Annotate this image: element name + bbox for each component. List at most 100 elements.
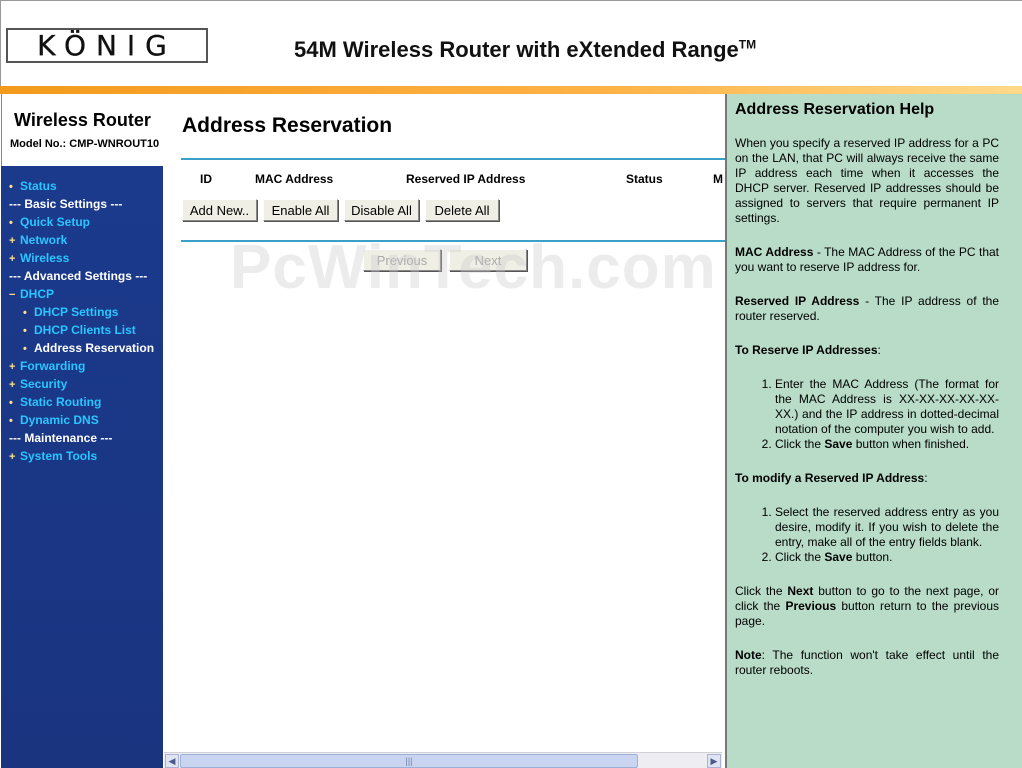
help-navigation: Click the Next button to go to the next … (735, 584, 999, 629)
bullet-icon: + (9, 379, 16, 391)
nav-bold: Next (787, 584, 814, 598)
mac-term: MAC Address (735, 245, 814, 259)
help-intro: When you specify a reserved IP address f… (735, 136, 999, 225)
enable-all-button[interactable]: Enable All (263, 199, 338, 221)
reserve-steps: Enter the MAC Address (The format for th… (775, 377, 999, 452)
sidebar-item-advanced-settings: --- Advanced Settings --- (1, 267, 163, 285)
help-ip: Reserved IP Address - The IP address of … (735, 294, 999, 324)
modify-step-2: Click the Save button. (775, 550, 999, 565)
section-label: --- Advanced Settings --- (9, 269, 148, 283)
header: KÖNIG 54M Wireless Router with eXtended … (0, 0, 1022, 88)
sidebar-item-label: Static Routing (20, 395, 102, 409)
help-panel: Address Reservation Help When you specif… (725, 94, 1022, 768)
sidebar-item-dhcp-settings[interactable]: • DHCP Settings (1, 303, 163, 321)
bullet-icon: − (9, 289, 16, 301)
sidebar-item-dhcp[interactable]: − DHCP (1, 285, 163, 303)
sidebar: • Status --- Basic Settings --- • Quick Setu… (1, 166, 163, 768)
sidebar-item-label: Forwarding (20, 359, 86, 373)
section-label: --- Maintenance --- (9, 431, 113, 445)
sidebar-item-security[interactable]: + Security (1, 375, 163, 393)
bullet-icon: + (9, 361, 16, 373)
reserve-heading-text: To Reserve IP Addresses (735, 343, 878, 357)
reserve-step-2: Click the Save button when finished. (775, 437, 999, 452)
sidebar-item-forwarding[interactable]: + Forwarding (1, 357, 163, 375)
sidebar-item-label: Quick Setup (20, 215, 91, 229)
step-text: Click the (775, 550, 825, 564)
sidebar-item-label: Dynamic DNS (20, 413, 99, 427)
help-reserve-heading: To Reserve IP Addresses: (735, 343, 881, 357)
brand-title: Wireless Router (14, 110, 151, 130)
brand-box: Wireless Router Model No.: CMP-WNROUT10 (1, 94, 163, 166)
note-term: Note (735, 648, 762, 662)
modify-step-1: Select the reserved address entry as you… (775, 505, 999, 550)
sidebar-item-wireless[interactable]: + Wireless (1, 249, 163, 267)
bullet-icon: • (23, 325, 27, 337)
col-status: Status (626, 172, 663, 186)
bottom-divider (181, 240, 726, 242)
step-bold: Save (824, 550, 853, 564)
sidebar-item-label: Status (20, 179, 57, 193)
col-id: ID (200, 172, 212, 186)
sidebar-item-label: Security (20, 377, 68, 391)
section-label: --- Basic Settings --- (9, 197, 123, 211)
sidebar-item-basic-settings: --- Basic Settings --- (1, 195, 163, 213)
product-title: 54M Wireless Router with eXtended RangeT… (294, 37, 756, 63)
bullet-icon: • (9, 181, 13, 193)
bullet-icon: + (9, 451, 16, 463)
next-button[interactable]: Next (449, 249, 527, 271)
page-title: Address Reservation (182, 114, 393, 137)
delete-all-button[interactable]: Delete All (425, 199, 499, 221)
model-number: Model No.: CMP-WNROUT10 (10, 138, 160, 150)
bullet-icon: • (23, 307, 27, 319)
sidebar-item-dynamic-dns[interactable]: • Dynamic DNS (1, 411, 163, 429)
table-header: ID MAC Address Reserved IP Address Statu… (181, 172, 726, 190)
product-title-text: 54M Wireless Router with eXtended Range (294, 37, 739, 62)
orange-divider (0, 86, 1022, 94)
help-modify-heading: To modify a Reserved IP Address: (735, 471, 928, 485)
step-text: Click the (775, 437, 825, 451)
sidebar-menu: • Status --- Basic Settings --- • Quick Setu… (1, 166, 163, 465)
step-text: button. (852, 550, 893, 564)
disable-all-button[interactable]: Disable All (344, 199, 419, 221)
bullet-icon: + (9, 253, 16, 265)
step-text: button when finished. (852, 437, 970, 451)
sidebar-item-network[interactable]: + Network (1, 231, 163, 249)
scroll-left-icon[interactable]: ◀ (165, 754, 179, 768)
sidebar-item-dhcp-clients-list[interactable]: • DHCP Clients List (1, 321, 163, 339)
sidebar-item-static-routing[interactable]: • Static Routing (1, 393, 163, 411)
sidebar-item-label: System Tools (20, 449, 98, 463)
horizontal-scrollbar[interactable]: ◀ ||| ▶ (164, 752, 722, 768)
bullet-icon: • (9, 397, 13, 409)
scroll-right-icon[interactable]: ▶ (707, 754, 721, 768)
reserve-step-1: Enter the MAC Address (The format for th… (775, 377, 999, 437)
add-new-button[interactable]: Add New.. (182, 199, 257, 221)
help-note: Note: The function won't take effect unt… (735, 648, 999, 678)
sidebar-item-label: Address Reservation (34, 341, 155, 355)
previous-button[interactable]: Previous (363, 249, 441, 271)
col-mac-address: MAC Address (255, 172, 334, 186)
help-mac: MAC Address - The MAC Address of the PC … (735, 245, 999, 275)
sidebar-item-status[interactable]: • Status (1, 177, 163, 195)
sidebar-item-label: Network (20, 233, 68, 247)
main-content: Address Reservation ID MAC Address Reser… (164, 94, 726, 768)
trademark: TM (738, 37, 757, 52)
sidebar-item-address-reservation[interactable]: • Address Reservation (1, 339, 163, 357)
bullet-icon: + (9, 235, 16, 247)
note-desc: : The function won't take effect until t… (735, 648, 999, 677)
step-bold: Save (824, 437, 853, 451)
modify-steps: Select the reserved address entry as you… (775, 505, 999, 565)
col-modify: M (713, 172, 723, 186)
help-title: Address Reservation Help (735, 101, 935, 118)
top-divider (181, 158, 726, 160)
logo-text: KÖNIG (37, 29, 177, 62)
sidebar-item-quick-setup[interactable]: • Quick Setup (1, 213, 163, 231)
konig-logo: KÖNIG (6, 28, 208, 63)
bullet-icon: • (9, 217, 13, 229)
nav-bold: Previous (785, 599, 837, 613)
sidebar-item-label: DHCP Settings (34, 305, 119, 319)
sidebar-item-system-tools[interactable]: + System Tools (1, 447, 163, 465)
nav-text: Click the (735, 584, 788, 598)
col-reserved-ip: Reserved IP Address (406, 172, 526, 186)
sidebar-item-maintenance: --- Maintenance --- (1, 429, 163, 447)
scroll-thumb[interactable]: ||| (180, 754, 638, 768)
